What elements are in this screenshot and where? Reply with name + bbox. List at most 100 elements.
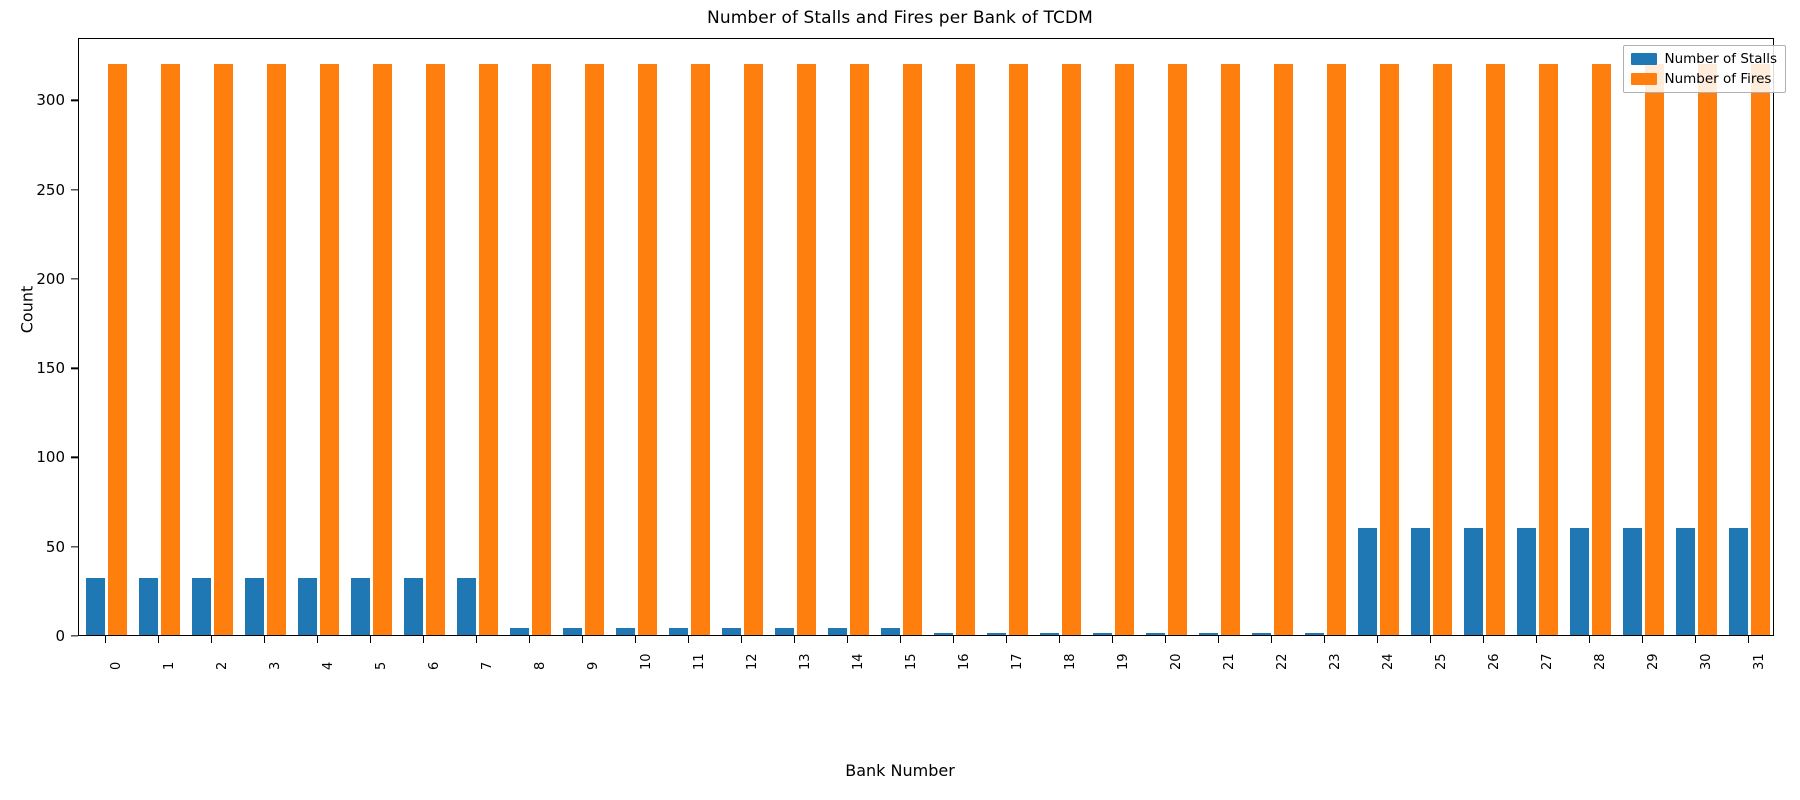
x-tick-label: 18 xyxy=(1062,653,1078,670)
bar-stalls-6 xyxy=(404,577,424,635)
bar-fires-14 xyxy=(849,63,869,635)
x-tick-label: 22 xyxy=(1274,653,1290,670)
bar-stalls-7 xyxy=(457,577,477,635)
legend-label: Number of Fires xyxy=(1664,71,1772,87)
x-tick-label: 2 xyxy=(214,661,230,670)
matplotlib-figure: Number of Stalls and Fires per Bank of T… xyxy=(0,0,1800,800)
bar-stalls-4 xyxy=(298,577,318,635)
x-tick-mark xyxy=(1217,636,1219,643)
x-tick-label: 24 xyxy=(1380,653,1396,670)
legend-item: Number of Fires xyxy=(1630,71,1778,87)
x-tick-mark xyxy=(210,636,212,643)
legend-swatch xyxy=(1630,53,1657,65)
x-tick-mark xyxy=(1535,636,1537,643)
y-tick-label: 200 xyxy=(36,269,65,288)
x-tick-label: 9 xyxy=(585,661,601,670)
bar-fires-9 xyxy=(584,63,604,635)
x-tick-mark xyxy=(687,636,689,643)
x-tick-mark xyxy=(1694,636,1696,643)
x-tick-mark xyxy=(157,636,159,643)
bar-fires-8 xyxy=(531,63,551,635)
bar-fires-26 xyxy=(1485,63,1505,635)
x-tick-label: 11 xyxy=(691,653,707,670)
x-tick-mark xyxy=(316,636,318,643)
bar-stalls-2 xyxy=(192,577,212,635)
bar-stalls-25 xyxy=(1411,527,1431,635)
x-tick-mark xyxy=(1376,636,1378,643)
y-tick-label: 50 xyxy=(45,537,65,556)
x-tick-label: 21 xyxy=(1221,653,1237,670)
bar-stalls-17 xyxy=(987,633,1007,635)
legend-label: Number of Stalls xyxy=(1664,51,1778,67)
bar-fires-20 xyxy=(1167,63,1187,635)
y-tick-label: 0 xyxy=(55,627,65,645)
y-tick-mark xyxy=(71,635,78,637)
x-tick-label: 10 xyxy=(638,653,654,670)
bar-stalls-8 xyxy=(510,627,530,635)
x-tick-label: 19 xyxy=(1115,653,1131,670)
x-tick-mark xyxy=(1747,636,1749,643)
y-tick-mark xyxy=(71,367,78,369)
x-tick-label: 5 xyxy=(373,661,389,670)
x-tick-label: 12 xyxy=(744,653,760,670)
x-tick-label: 16 xyxy=(956,653,972,670)
plot-area xyxy=(78,38,1774,636)
x-tick-mark xyxy=(104,636,106,643)
chart-title: Number of Stalls and Fires per Bank of T… xyxy=(707,8,1093,28)
x-tick-mark xyxy=(581,636,583,643)
x-tick-mark xyxy=(1164,636,1166,643)
bar-stalls-21 xyxy=(1199,633,1219,635)
bar-fires-21 xyxy=(1220,63,1240,635)
bar-stalls-1 xyxy=(139,577,159,635)
y-tick-mark xyxy=(71,278,78,280)
bar-fires-31 xyxy=(1750,63,1770,635)
x-tick-label: 14 xyxy=(850,653,866,670)
bar-fires-24 xyxy=(1379,63,1399,635)
bar-stalls-20 xyxy=(1146,633,1166,635)
bar-stalls-14 xyxy=(828,627,848,635)
bar-fires-6 xyxy=(425,63,445,635)
bar-stalls-29 xyxy=(1623,527,1643,635)
x-tick-mark xyxy=(793,636,795,643)
x-tick-label: 17 xyxy=(1009,653,1025,670)
bar-fires-3 xyxy=(266,63,286,635)
bar-fires-15 xyxy=(902,63,922,635)
y-tick-mark xyxy=(71,546,78,548)
x-tick-mark xyxy=(422,636,424,643)
x-tick-label: 0 xyxy=(108,661,124,670)
legend-item: Number of Stalls xyxy=(1630,51,1778,67)
x-tick-label: 15 xyxy=(903,653,919,670)
bar-fires-22 xyxy=(1273,63,1293,635)
bar-stalls-10 xyxy=(616,627,636,635)
bar-stalls-0 xyxy=(86,577,106,635)
x-tick-label: 8 xyxy=(532,661,548,670)
bar-fires-5 xyxy=(372,63,392,635)
y-tick-label: 300 xyxy=(36,91,65,110)
bar-fires-11 xyxy=(690,63,710,635)
y-axis-label: Count xyxy=(17,285,37,334)
x-tick-mark xyxy=(1641,636,1643,643)
x-tick-mark xyxy=(1005,636,1007,643)
y-tick-label: 150 xyxy=(36,359,65,378)
x-tick-mark xyxy=(475,636,477,643)
bar-stalls-23 xyxy=(1305,633,1325,635)
x-tick-label: 27 xyxy=(1539,653,1555,670)
bar-fires-4 xyxy=(319,63,339,635)
x-tick-mark xyxy=(528,636,530,643)
x-tick-label: 29 xyxy=(1645,653,1661,670)
bar-fires-29 xyxy=(1644,63,1664,635)
bar-fires-10 xyxy=(637,63,657,635)
bar-stalls-31 xyxy=(1729,527,1749,635)
bar-stalls-27 xyxy=(1517,527,1537,635)
bar-fires-17 xyxy=(1008,63,1028,635)
y-tick-mark xyxy=(71,456,78,459)
x-tick-mark xyxy=(634,636,636,643)
x-tick-mark xyxy=(1058,636,1060,643)
x-tick-mark xyxy=(740,636,742,643)
bar-fires-19 xyxy=(1114,63,1134,635)
x-tick-label: 23 xyxy=(1327,653,1343,670)
bar-stalls-24 xyxy=(1358,527,1378,635)
x-tick-mark xyxy=(1482,636,1484,643)
bar-stalls-18 xyxy=(1040,633,1060,635)
bar-fires-16 xyxy=(955,63,975,635)
